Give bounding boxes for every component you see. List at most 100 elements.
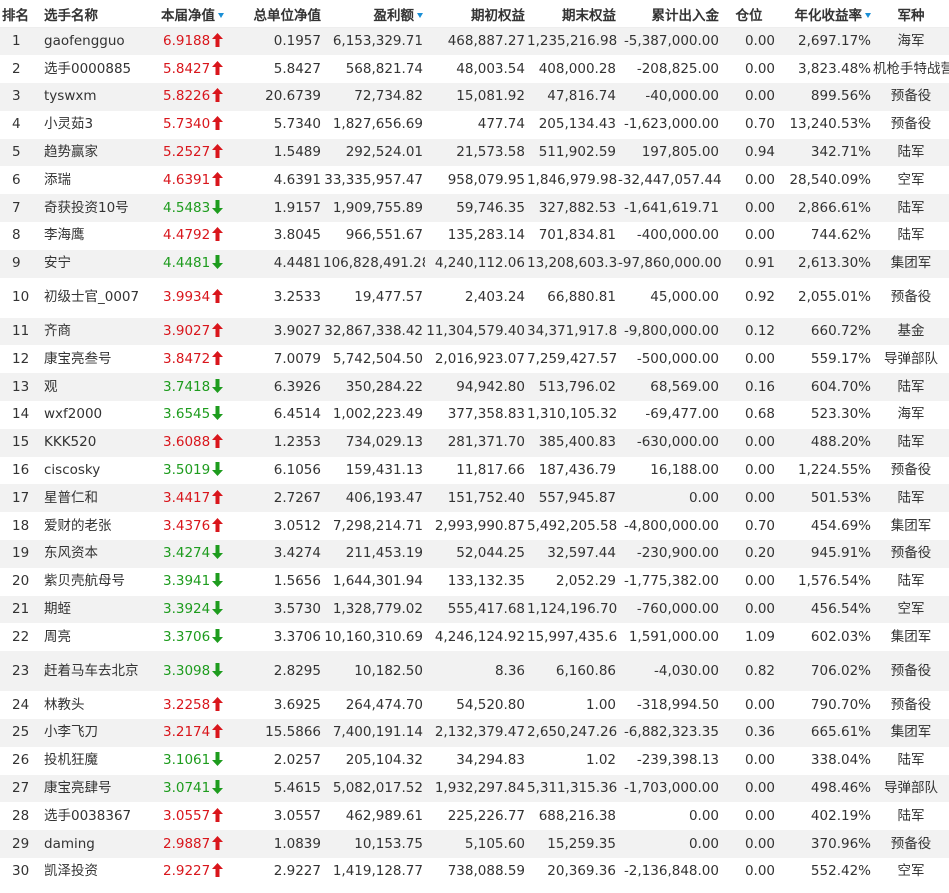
name-cell[interactable]: 初级士官_0007 (40, 278, 143, 318)
name-cell[interactable]: 选手0000885 (40, 55, 143, 83)
name-cell[interactable]: 爱财的老张 (40, 512, 143, 540)
name-cell[interactable]: 安宁 (40, 250, 143, 278)
table-row[interactable]: 2 选手0000885 5.8427 5.8427 568,821.74 48,… (0, 55, 949, 84)
name-cell[interactable]: 李海鹰 (40, 222, 143, 250)
player-name-link[interactable]: 紫贝壳航母号 (44, 573, 125, 589)
name-cell[interactable]: 林教头 (40, 691, 143, 719)
table-row[interactable]: 5 趋势赢家 5.2527 1.5489 292,524.01 21,573.5… (0, 138, 949, 167)
name-cell[interactable]: 星普仁和 (40, 484, 143, 512)
name-cell[interactable]: 康宝亮叁号 (40, 345, 143, 373)
table-row[interactable]: 27 康宝亮肆号 3.0741 5.4615 5,082,017.52 1,93… (0, 774, 949, 803)
name-cell[interactable]: 添瑞 (40, 166, 143, 194)
player-name-link[interactable]: 康宝亮肆号 (44, 780, 112, 796)
name-cell[interactable]: 东风资本 (40, 540, 143, 568)
name-cell[interactable]: 康宝亮肆号 (40, 775, 143, 803)
player-name-link[interactable]: 周亮 (44, 629, 71, 645)
name-cell[interactable]: daming (40, 830, 143, 858)
name-cell[interactable]: KKK520 (40, 429, 143, 457)
name-cell[interactable]: 紫贝壳航母号 (40, 568, 143, 596)
table-row[interactable]: 8 李海鹰 4.4792 3.8045 966,551.67 135,283.1… (0, 222, 949, 250)
header-end-equity[interactable]: 期末权益 (527, 0, 618, 28)
player-name-link[interactable]: 小灵茹3 (44, 116, 93, 132)
name-cell[interactable]: 赶着马车去北京 (40, 651, 143, 691)
player-name-link[interactable]: KKK520 (44, 434, 96, 450)
table-row[interactable]: 21 期蛭 3.3924 3.5730 1,328,779.02 555,417… (0, 595, 949, 624)
header-army[interactable]: 军种 (873, 0, 949, 28)
name-cell[interactable]: 凯泽投资 (40, 858, 143, 886)
name-cell[interactable]: 观 (40, 373, 143, 401)
table-row[interactable]: 13 观 3.7418 6.3926 350,284.22 94,942.80 … (0, 373, 949, 402)
table-row[interactable]: 26 投机狂魔 3.1061 2.0257 205,104.32 34,294.… (0, 746, 949, 775)
table-row[interactable]: 3 tyswxm 5.8226 20.6739 72,734.82 15,081… (0, 83, 949, 111)
name-cell[interactable]: 选手0038367 (40, 802, 143, 830)
table-row[interactable]: 12 康宝亮叁号 3.8472 7.0079 5,742,504.50 2,01… (0, 345, 949, 374)
player-name-link[interactable]: gaofengguo (44, 33, 125, 49)
player-name-link[interactable]: 奇获投资10号 (44, 200, 129, 216)
player-name-link[interactable]: wxf2000 (44, 406, 102, 422)
table-row[interactable]: 22 周亮 3.3706 3.3706 10,160,310.69 4,246,… (0, 623, 949, 652)
player-name-link[interactable]: 林教头 (44, 697, 85, 713)
player-name-link[interactable]: 投机狂魔 (44, 752, 98, 768)
name-cell[interactable]: wxf2000 (40, 401, 143, 429)
player-name-link[interactable]: 观 (44, 379, 58, 395)
table-row[interactable]: 16 ciscosky 3.5019 6.1056 159,431.13 11,… (0, 456, 949, 485)
header-position[interactable]: 仓位 (721, 0, 777, 28)
table-row[interactable]: 24 林教头 3.2258 3.6925 264,474.70 54,520.8… (0, 691, 949, 720)
table-row[interactable]: 7 奇获投资10号 4.5483 1.9157 1,909,755.89 59,… (0, 194, 949, 223)
table-row[interactable]: 20 紫贝壳航母号 3.3941 1.5656 1,644,301.94 133… (0, 567, 949, 596)
name-cell[interactable]: tyswxm (40, 83, 143, 111)
player-name-link[interactable]: 东风资本 (44, 545, 98, 561)
player-name-link[interactable]: 初级士官_0007 (44, 289, 140, 306)
player-name-link[interactable]: 齐商 (44, 323, 71, 339)
name-cell[interactable]: 齐商 (40, 318, 143, 346)
player-name-link[interactable]: 选手0000885 (44, 61, 131, 77)
sort-desc-icon[interactable] (865, 12, 871, 18)
header-name[interactable]: 选手名称 (40, 0, 143, 28)
player-name-link[interactable]: 凯泽投资 (44, 863, 98, 879)
header-cum-flow[interactable]: 累计出入金 (618, 0, 721, 28)
sort-desc-icon[interactable] (218, 12, 224, 18)
player-name-link[interactable]: 星普仁和 (44, 490, 98, 506)
table-row[interactable]: 23 赶着马车去北京 3.3098 2.8295 10,182.50 8.36 … (0, 651, 949, 692)
player-name-link[interactable]: 安宁 (44, 255, 71, 271)
player-name-link[interactable]: 趋势赢家 (44, 144, 98, 160)
table-row[interactable]: 14 wxf2000 3.6545 6.4514 1,002,223.49 37… (0, 401, 949, 429)
table-row[interactable]: 11 齐商 3.9027 3.9027 32,867,338.42 11,304… (0, 317, 949, 346)
player-name-link[interactable]: 李海鹰 (44, 227, 85, 243)
table-row[interactable]: 30 凯泽投资 2.9227 2.9227 1,419,128.77 738,0… (0, 858, 949, 886)
player-name-link[interactable]: 爱财的老张 (44, 518, 112, 534)
table-row[interactable]: 25 小李飞刀 3.2174 15.5866 7,400,191.14 2,13… (0, 719, 949, 747)
name-cell[interactable]: 趋势赢家 (40, 139, 143, 167)
header-nav[interactable]: 本届净值 (143, 0, 233, 28)
table-row[interactable]: 17 星普仁和 3.4417 2.7267 406,193.47 151,752… (0, 484, 949, 513)
sort-desc-icon[interactable] (417, 12, 423, 18)
header-profit[interactable]: 盈利额 (323, 0, 425, 28)
player-name-link[interactable]: daming (44, 836, 95, 852)
header-rank[interactable]: 排名 (0, 0, 40, 28)
name-cell[interactable]: 周亮 (40, 623, 143, 651)
player-name-link[interactable]: 小李飞刀 (44, 724, 98, 740)
table-row[interactable]: 1 gaofengguo 6.9188 0.1957 6,153,329.71 … (0, 27, 949, 56)
table-row[interactable]: 10 初级士官_0007 3.9934 3.2533 19,477.57 2,4… (0, 277, 949, 318)
name-cell[interactable]: 小李飞刀 (40, 719, 143, 747)
header-start-equity[interactable]: 期初权益 (425, 0, 527, 28)
player-name-link[interactable]: 添瑞 (44, 172, 71, 188)
table-row[interactable]: 19 东风资本 3.4274 3.4274 211,453.19 52,044.… (0, 540, 949, 568)
player-name-link[interactable]: tyswxm (44, 88, 97, 104)
player-name-link[interactable]: 赶着马车去北京 (44, 663, 140, 680)
name-cell[interactable]: gaofengguo (40, 28, 143, 56)
table-row[interactable]: 9 安宁 4.4481 4.4481 106,828,491.28 4,240,… (0, 249, 949, 278)
table-row[interactable]: 15 KKK520 3.6088 1.2353 734,029.13 281,3… (0, 428, 949, 457)
player-name-link[interactable]: 康宝亮叁号 (44, 351, 112, 367)
name-cell[interactable]: ciscosky (40, 457, 143, 485)
table-row[interactable]: 28 选手0038367 3.0557 3.0557 462,989.61 22… (0, 802, 949, 831)
name-cell[interactable]: 投机狂魔 (40, 747, 143, 775)
name-cell[interactable]: 小灵茹3 (40, 111, 143, 139)
player-name-link[interactable]: 选手0038367 (44, 808, 131, 824)
name-cell[interactable]: 期蛭 (40, 596, 143, 624)
header-unit-nav[interactable]: 总单位净值 (233, 0, 323, 28)
player-name-link[interactable]: 期蛭 (44, 601, 71, 617)
table-row[interactable]: 29 daming 2.9887 1.0839 10,153.75 5,105.… (0, 830, 949, 859)
table-row[interactable]: 6 添瑞 4.6391 4.6391 33,335,957.47 958,079… (0, 166, 949, 195)
name-cell[interactable]: 奇获投资10号 (40, 194, 143, 222)
